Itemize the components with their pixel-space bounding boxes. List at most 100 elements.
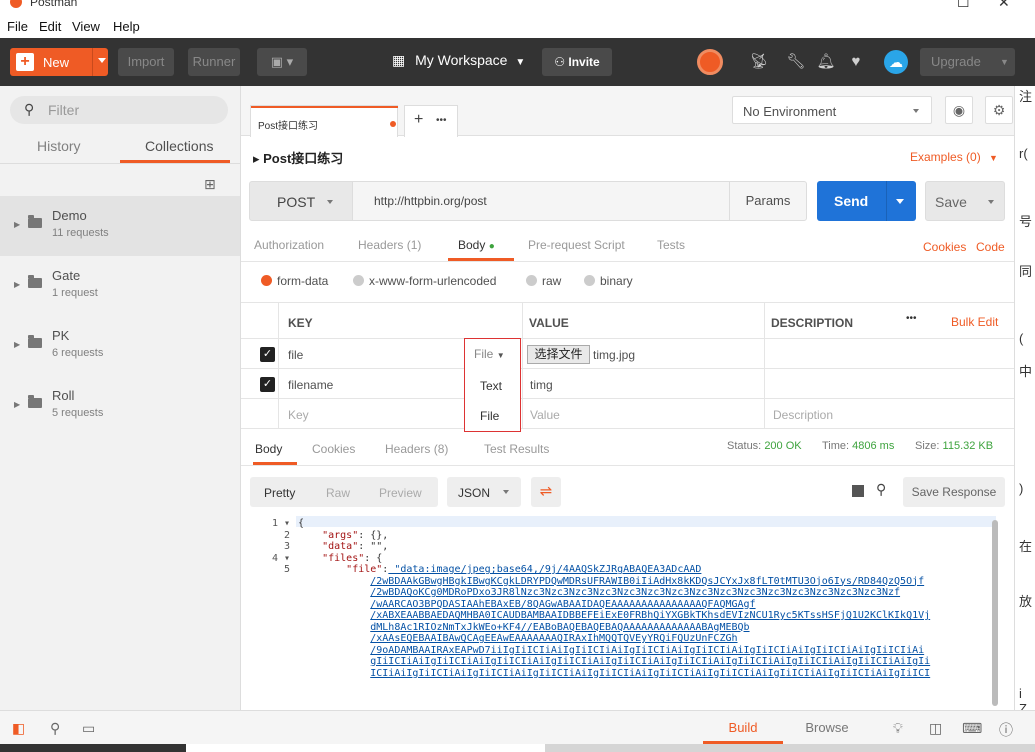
send-button[interactable]: Send <box>817 181 916 221</box>
tab-headers[interactable]: Headers (1) <box>358 238 421 252</box>
new-key-input[interactable]: Key <box>288 408 309 422</box>
keyboard-icon[interactable]: ⌨ <box>962 720 982 737</box>
row-enable-checkbox[interactable]: ✓ <box>260 377 275 392</box>
request-name[interactable]: ▸ Post接口练习 <box>253 148 343 167</box>
new-button[interactable]: + New <box>10 48 108 76</box>
filter-input[interactable]: ⚲ Filter <box>10 96 228 124</box>
browse-mode-tab[interactable]: Browse <box>787 711 867 744</box>
save-button[interactable]: Save <box>925 181 1005 221</box>
console-icon[interactable]: ▭ <box>82 720 95 737</box>
send-dropdown-arrow[interactable] <box>896 199 904 204</box>
radio-form-data[interactable] <box>261 275 272 286</box>
close-window-button[interactable]: ✕ <box>998 0 1010 11</box>
view-preview[interactable]: Preview <box>379 486 422 500</box>
type-option-file[interactable]: File <box>480 409 499 423</box>
menu-file[interactable]: File <box>7 19 28 34</box>
response-tab-cookies[interactable]: Cookies <box>312 442 355 456</box>
tab-authorization[interactable]: Authorization <box>254 238 324 252</box>
row-value[interactable]: timg <box>530 378 553 392</box>
row-key[interactable]: filename <box>288 378 333 392</box>
two-pane-view-icon[interactable]: ◫ <box>929 720 942 737</box>
response-body-editor[interactable]: 1 ▾ 2 3 4 ▾ 5 { "args": {}, "data": "", "fil… <box>250 516 1005 710</box>
save-response-button[interactable]: Save Response <box>903 477 1005 507</box>
format-select[interactable]: JSON <box>447 477 521 507</box>
response-tab-body[interactable]: Body <box>255 442 282 456</box>
satellite-icon[interactable]: 📡︎ <box>748 51 770 73</box>
gear-icon[interactable]: ⚙ <box>985 96 1013 124</box>
wrap-lines-icon[interactable]: ⇌ <box>531 477 561 507</box>
view-pretty[interactable]: Pretty <box>264 486 295 500</box>
invite-button[interactable]: ⚇ Invite <box>542 48 612 76</box>
cloud-icon[interactable]: ☁ <box>884 50 908 74</box>
copy-icon[interactable] <box>852 485 864 497</box>
binary-label[interactable]: binary <box>600 274 633 288</box>
caret-right-icon[interactable]: ▶ <box>14 340 20 349</box>
menu-view[interactable]: View <box>72 19 100 34</box>
raw-label[interactable]: raw <box>542 274 561 288</box>
tab-collections[interactable]: Collections <box>145 138 213 154</box>
params-button[interactable]: Params <box>729 181 807 221</box>
menu-edit[interactable]: Edit <box>39 19 61 34</box>
caret-right-icon[interactable]: ▶ <box>14 220 20 229</box>
find-icon[interactable]: ⚲ <box>50 720 60 737</box>
save-dropdown-arrow[interactable] <box>988 200 994 204</box>
menu-help[interactable]: Help <box>113 19 140 34</box>
caret-right-icon[interactable]: ▶ <box>14 400 20 409</box>
scrollbar-thumb[interactable] <box>992 520 998 706</box>
cookies-link[interactable]: Cookies <box>923 240 966 254</box>
new-value-input[interactable]: Value <box>530 408 560 422</box>
sidebar-item-demo[interactable]: ▶ Demo 11 requests <box>0 196 240 256</box>
environment-selector[interactable]: No Environment <box>732 96 932 124</box>
sync-status-icon[interactable] <box>697 49 723 75</box>
maximize-window-button[interactable]: ☐ <box>957 0 970 11</box>
help-icon[interactable]: ⓘ <box>999 720 1013 740</box>
upgrade-button[interactable]: Upgrade ▼ <box>920 48 1015 76</box>
workspace-selector[interactable]: ▦ My Workspace ▼ <box>392 52 525 69</box>
bell-icon[interactable]: 🔔︎ <box>815 51 837 73</box>
bulk-edit-link[interactable]: Bulk Edit <box>951 315 998 329</box>
response-scrollbar[interactable] <box>992 516 1000 710</box>
import-button[interactable]: Import <box>118 48 174 76</box>
bulb-icon[interactable]: 💡︎ <box>893 720 903 737</box>
tab-tests[interactable]: Tests <box>657 238 685 252</box>
tab-body[interactable]: Body ● <box>458 238 495 252</box>
more-tabs-icon[interactable]: ••• <box>436 115 447 126</box>
response-tab-test-results[interactable]: Test Results <box>484 442 549 456</box>
tab-post-request[interactable]: Post接口练习 <box>250 105 398 137</box>
add-tab-button[interactable]: + <box>414 111 423 129</box>
view-raw[interactable]: Raw <box>326 486 350 500</box>
urlencoded-label[interactable]: x-www-form-urlencoded <box>369 274 496 288</box>
sidebar-item-pk[interactable]: ▶ PK 6 requests <box>0 316 240 376</box>
row-key[interactable]: file <box>288 348 303 362</box>
examples-dropdown[interactable]: Examples (0) ▼ <box>910 150 998 164</box>
response-tab-headers[interactable]: Headers (8) <box>385 442 448 456</box>
new-description-input[interactable]: Description <box>773 408 833 422</box>
sidebar-item-gate[interactable]: ▶ Gate 1 request <box>0 256 240 316</box>
type-option-text[interactable]: Text <box>480 379 502 393</box>
url-input[interactable]: http://httpbin.org/post <box>353 181 729 221</box>
code-link[interactable]: Code <box>976 240 1005 254</box>
heart-icon[interactable]: ♥ <box>845 51 867 73</box>
more-options-icon[interactable]: ••• <box>906 313 917 324</box>
caret-right-icon[interactable]: ▶ <box>14 280 20 289</box>
build-mode-tab[interactable]: Build <box>703 711 783 744</box>
choose-file-button[interactable]: 选择文件 <box>527 345 590 364</box>
wrench-icon[interactable]: 🔧︎ <box>785 51 807 73</box>
tab-prerequest-script[interactable]: Pre-request Script <box>528 238 625 252</box>
form-data-label[interactable]: form-data <box>277 274 328 288</box>
method-select[interactable]: POST <box>249 181 353 221</box>
key-type-dropdown[interactable]: File ▼ Text File <box>464 338 521 432</box>
new-dropdown-arrow[interactable] <box>98 58 106 63</box>
eye-icon[interactable]: ◉ <box>945 96 973 124</box>
radio-raw[interactable] <box>526 275 537 286</box>
tab-history[interactable]: History <box>37 138 81 154</box>
radio-binary[interactable] <box>584 275 595 286</box>
new-window-button[interactable]: ▣ ▾ <box>257 48 307 76</box>
sidebar-toggle-icon[interactable]: ◧ <box>12 720 25 737</box>
runner-button[interactable]: Runner <box>188 48 240 76</box>
new-collection-icon[interactable]: ⊞ <box>204 176 216 193</box>
radio-urlencoded[interactable] <box>353 275 364 286</box>
sidebar-item-roll[interactable]: ▶ Roll 5 requests <box>0 376 240 436</box>
search-icon[interactable]: ⚲ <box>876 481 886 498</box>
row-enable-checkbox[interactable]: ✓ <box>260 347 275 362</box>
